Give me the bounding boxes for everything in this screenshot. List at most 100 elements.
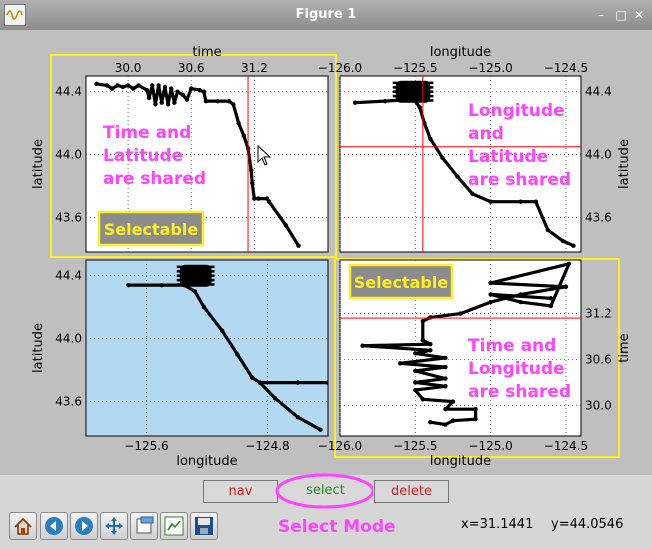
zoom-icon xyxy=(136,516,154,534)
data-point xyxy=(382,98,388,104)
save-icon xyxy=(195,517,213,535)
figure-canvas[interactable]: 30.0 30.6 31.2 43.6 44.0 44.4 time latitude Time… xyxy=(0,30,652,475)
data-point xyxy=(518,299,523,305)
data-point xyxy=(172,100,177,105)
data-point xyxy=(104,83,110,88)
data-point xyxy=(413,368,418,374)
data-point xyxy=(266,199,272,204)
data-point xyxy=(488,292,493,297)
y-tick-label: 30.6 xyxy=(585,352,612,366)
forward-button[interactable] xyxy=(70,512,98,540)
data-point xyxy=(563,284,569,289)
data-point xyxy=(159,100,164,105)
data-point xyxy=(175,89,180,94)
data-point xyxy=(150,83,155,88)
data-point xyxy=(272,396,278,401)
annotation-text: are shared xyxy=(468,170,571,190)
data-point xyxy=(473,416,478,422)
data-point xyxy=(488,299,493,305)
data-point xyxy=(488,199,493,204)
x-tick-label: 30.0 xyxy=(115,61,142,75)
data-point xyxy=(413,351,418,356)
data-point xyxy=(94,81,99,87)
back-button[interactable] xyxy=(40,512,68,540)
delete-label: delete xyxy=(391,484,432,499)
data-point xyxy=(126,282,131,288)
selectable-badge-label: Selectable xyxy=(354,273,449,292)
axes-top-right[interactable]: −126.0 −125.5 −125.0 −124.5 43.6 44.0 44.4 long… xyxy=(318,45,632,253)
data-point xyxy=(153,102,158,107)
data-point xyxy=(413,98,418,104)
x-axis-label: longitude xyxy=(176,454,237,469)
annotation-text: and xyxy=(468,124,504,144)
data-point xyxy=(236,120,241,126)
back-arrow-icon xyxy=(45,517,63,535)
data-point xyxy=(283,223,289,228)
data-point xyxy=(144,87,150,93)
subplots-button[interactable] xyxy=(160,512,188,540)
pan-icon xyxy=(105,517,123,535)
nav-label: nav xyxy=(228,484,253,499)
data-point xyxy=(413,380,418,385)
data-point xyxy=(545,227,551,233)
delete-mode-button[interactable]: delete xyxy=(374,480,449,503)
data-point xyxy=(226,98,232,104)
data-point xyxy=(325,380,328,385)
data-point xyxy=(257,380,263,385)
data-point xyxy=(428,315,433,320)
y-axis-label: latitude xyxy=(617,139,632,189)
data-point xyxy=(428,341,433,347)
data-point xyxy=(241,133,247,138)
data-point xyxy=(360,343,365,348)
zoom-button[interactable] xyxy=(130,512,158,540)
annotation-text: Latitude xyxy=(103,146,183,166)
data-point xyxy=(165,102,171,107)
y-tick-label: 31.2 xyxy=(585,307,612,321)
annotation-text: Latitude xyxy=(468,147,548,167)
data-point xyxy=(215,98,220,104)
y-axis-label: time xyxy=(617,333,632,362)
data-point xyxy=(250,375,255,381)
x-tick-label: −124.8 xyxy=(245,439,289,453)
x-tick-label: −126.0 xyxy=(318,439,362,453)
data-point xyxy=(458,311,463,316)
mode-label: Select Mode xyxy=(278,517,396,537)
forward-arrow-icon xyxy=(75,517,93,535)
x-coordinate-readout: x=31.1441 xyxy=(461,517,534,532)
data-point xyxy=(352,100,358,105)
nav-mode-button[interactable]: nav xyxy=(203,480,278,503)
x-tick-label: 30.6 xyxy=(178,61,205,75)
data-point xyxy=(136,83,141,88)
y-tick-label: 44.0 xyxy=(585,148,612,162)
data-point xyxy=(413,387,418,393)
figure-svg[interactable]: 30.0 30.6 31.2 43.6 44.0 44.4 time latitude Time… xyxy=(0,30,652,475)
minimize-button[interactable]: – xyxy=(594,8,608,22)
x-tick-label: −125.5 xyxy=(393,439,437,453)
data-point xyxy=(189,86,194,91)
axes-top-left[interactable]: 30.0 30.6 31.2 43.6 44.0 44.4 time latitude Time… xyxy=(31,45,337,258)
data-point xyxy=(443,376,448,381)
home-button[interactable] xyxy=(9,512,37,540)
x-tick-label: 31.2 xyxy=(241,61,268,75)
axes-bottom-left[interactable]: −125.6 −124.8 43.6 44.0 44.4 longitude latitud… xyxy=(31,259,360,469)
data-point xyxy=(560,238,566,244)
data-point xyxy=(405,97,410,102)
data-point xyxy=(470,191,475,197)
data-point xyxy=(295,414,300,420)
maximize-button[interactable]: □ xyxy=(614,8,628,22)
close-button[interactable]: ✕ xyxy=(632,8,646,22)
data-point xyxy=(203,98,209,104)
selectable-badge: Selectable xyxy=(97,210,205,247)
data-point xyxy=(156,83,161,88)
annotation-text: Longitude xyxy=(468,101,565,121)
data-point xyxy=(428,348,433,353)
y-tick-label: 44.0 xyxy=(55,332,82,346)
data-point xyxy=(296,243,301,248)
axes-bottom-right[interactable]: −126.0 −125.5 −125.0 −124.5 30.0 30.6 31.2 long… xyxy=(318,258,632,469)
select-mode-button[interactable]: select xyxy=(275,473,373,509)
pan-button[interactable] xyxy=(100,512,128,540)
subplots-icon xyxy=(164,516,184,536)
save-button[interactable] xyxy=(190,512,218,540)
data-point xyxy=(428,136,433,142)
data-point xyxy=(219,328,225,333)
